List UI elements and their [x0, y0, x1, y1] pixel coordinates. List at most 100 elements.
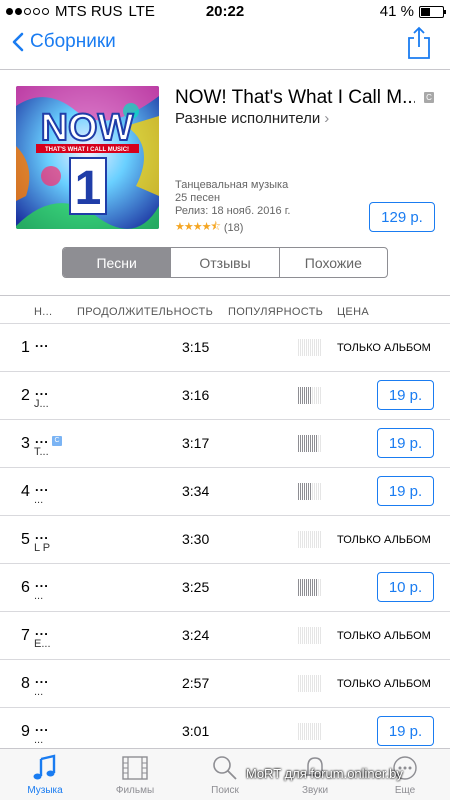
- popularity-tick: [318, 531, 319, 548]
- tab-music[interactable]: Музыка: [0, 749, 90, 800]
- artist-link[interactable]: Разные исполнители ›: [175, 110, 329, 127]
- album-only-label: ТОЛЬКО АЛЬБОМ: [337, 342, 431, 354]
- track-name: ...: [35, 479, 49, 494]
- header-price[interactable]: ЦЕНА: [337, 306, 369, 318]
- popularity-tick: [310, 483, 311, 500]
- popularity-tick: [314, 723, 315, 740]
- header-name[interactable]: Н...: [34, 306, 52, 318]
- track-list: 1... 3:15 ТОЛЬКО АЛЬБОМ 2... J... 3:16 19 р. 3.…: [0, 323, 450, 755]
- buy-track-button[interactable]: 19 р.: [377, 476, 434, 506]
- track-row[interactable]: 6...... 3:25 10 р.: [0, 563, 450, 611]
- back-button[interactable]: Сборники: [12, 31, 116, 53]
- popularity-tick: [318, 435, 319, 452]
- popularity-tick: [308, 435, 309, 452]
- track-row[interactable]: 3... C T... 3:17 19 р.: [0, 419, 450, 467]
- track-row[interactable]: 8...... 2:57 ТОЛЬКО АЛЬБОМ: [0, 659, 450, 707]
- tab-music-label: Музыка: [27, 785, 63, 796]
- popularity-tick: [304, 531, 305, 548]
- popularity-tick: [298, 339, 299, 356]
- segmented-control: Песни Отзывы Похожие: [62, 247, 388, 278]
- popularity-bar: [298, 483, 321, 500]
- popularity-tick: [312, 579, 313, 596]
- buy-track-button[interactable]: 19 р.: [377, 380, 434, 410]
- popularity-tick: [308, 483, 309, 500]
- popularity-bar: [298, 675, 321, 692]
- album-title: NOW! That's What I Call M...: [175, 87, 415, 108]
- rating-count: (18): [223, 221, 244, 234]
- header-popularity[interactable]: ПОПУЛЯРНОСТЬ: [228, 306, 323, 318]
- popularity-tick: [312, 723, 313, 740]
- track-number: 5: [21, 531, 30, 548]
- popularity-tick: [316, 579, 317, 596]
- track-number: 9: [21, 723, 30, 740]
- popularity-tick: [298, 627, 299, 644]
- popularity-tick: [320, 483, 321, 500]
- popularity-tick: [320, 531, 321, 548]
- popularity-tick: [306, 435, 307, 452]
- album-cover[interactable]: NOW THAT'S WHAT I CALL MUSIC! 1: [16, 86, 159, 229]
- buy-track-button[interactable]: 10 р.: [377, 572, 434, 602]
- popularity-tick: [300, 339, 301, 356]
- track-row[interactable]: 1... 3:15 ТОЛЬКО АЛЬБОМ: [0, 323, 450, 371]
- popularity-tick: [302, 675, 303, 692]
- album-artwork: NOW THAT'S WHAT I CALL MUSIC! 1: [16, 86, 159, 229]
- popularity-tick: [302, 435, 303, 452]
- popularity-tick: [312, 483, 313, 500]
- popularity-tick: [318, 723, 319, 740]
- track-artist: L P: [34, 542, 51, 554]
- track-artist: ...: [34, 494, 44, 506]
- track-row[interactable]: 5... L P 3:30 ТОЛЬКО АЛЬБОМ: [0, 515, 450, 563]
- popularity-tick: [308, 723, 309, 740]
- battery-percent: 41 %: [379, 3, 414, 20]
- track-artist: E...: [34, 638, 51, 650]
- track-row[interactable]: 2... J... 3:16 19 р.: [0, 371, 450, 419]
- popularity-tick: [310, 387, 311, 404]
- track-artist: J...: [34, 398, 49, 410]
- watermark-text: MoRT для forum.onliner.by: [246, 766, 403, 781]
- popularity-tick: [316, 627, 317, 644]
- popularity-tick: [298, 387, 299, 404]
- album-only-label: ТОЛЬКО АЛЬБОМ: [337, 678, 431, 690]
- popularity-tick: [300, 387, 301, 404]
- buy-album-button[interactable]: 129 р.: [369, 202, 435, 232]
- track-row[interactable]: 7... E... 3:24 ТОЛЬКО АЛЬБОМ: [0, 611, 450, 659]
- track-artist: ...: [34, 590, 44, 602]
- header-duration[interactable]: ПРОДОЛЖИТЕЛЬНОСТЬ: [77, 306, 213, 318]
- track-number: 7: [21, 627, 30, 644]
- popularity-tick: [304, 339, 305, 356]
- cover-logo-text: NOW: [41, 107, 134, 149]
- popularity-tick: [310, 531, 311, 548]
- divider: [0, 69, 450, 70]
- popularity-tick: [314, 579, 315, 596]
- popularity-tick: [320, 387, 321, 404]
- popularity-tick: [302, 627, 303, 644]
- popularity-tick: [298, 723, 299, 740]
- status-right: 41 %: [379, 3, 446, 20]
- track-number: 8: [21, 675, 30, 692]
- buy-track-button[interactable]: 19 р.: [377, 716, 434, 746]
- popularity-tick: [312, 627, 313, 644]
- track-name: ...: [35, 527, 49, 542]
- chevron-right-icon: ›: [324, 110, 330, 127]
- popularity-tick: [314, 339, 315, 356]
- track-duration: 2:57: [182, 675, 210, 691]
- popularity-tick: [316, 483, 317, 500]
- album-track-count: 25 песен: [175, 192, 221, 204]
- tab-films[interactable]: Фильмы: [90, 749, 180, 800]
- popularity-tick: [312, 339, 313, 356]
- album-release-date: Релиз: 18 нояб. 2016 г.: [175, 205, 291, 217]
- track-row[interactable]: 4...... 3:34 19 р.: [0, 467, 450, 515]
- tab-songs[interactable]: Песни: [63, 248, 172, 277]
- tab-related[interactable]: Похожие: [280, 248, 387, 277]
- tab-search-label: Поиск: [211, 785, 239, 796]
- tab-reviews[interactable]: Отзывы: [171, 248, 280, 277]
- popularity-tick: [306, 675, 307, 692]
- share-icon[interactable]: [406, 26, 432, 60]
- popularity-tick: [310, 339, 311, 356]
- track-name: ...: [35, 623, 49, 638]
- buy-track-button[interactable]: 19 р.: [377, 428, 434, 458]
- popularity-tick: [300, 627, 301, 644]
- chevron-left-icon: [12, 32, 24, 52]
- track-name: ...: [35, 575, 49, 590]
- popularity-tick: [302, 339, 303, 356]
